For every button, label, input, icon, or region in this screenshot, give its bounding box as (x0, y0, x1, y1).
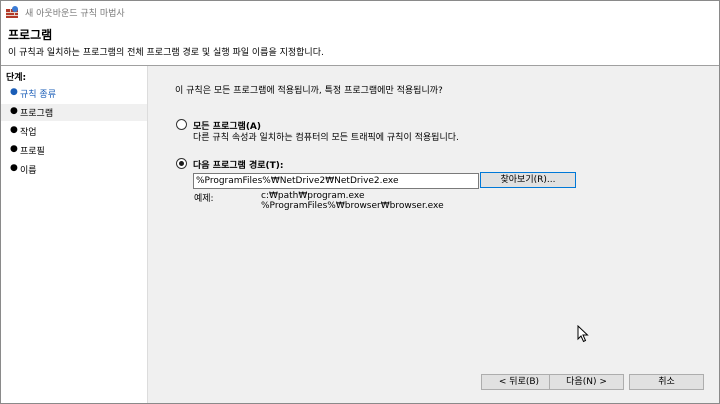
bullet-icon: ● (10, 144, 18, 154)
example-line: %ProgramFiles%₩browser₩browser.exe (261, 201, 444, 211)
wizard-window: 새 아웃바운드 규칙 마법사 프로그램 이 규칙과 일치하는 프로그램의 전체 … (0, 0, 720, 404)
back-button[interactable]: < 뒤로(B) (481, 374, 557, 390)
step-program[interactable]: ● 프로그램 (1, 104, 147, 121)
cancel-button[interactable]: 취소 (629, 374, 704, 390)
step-label: 프로필 (20, 147, 45, 157)
program-path-radio[interactable] (176, 158, 187, 169)
main-panel: 이 규칙은 모든 프로그램에 적용됩니까, 특정 프로그램에만 적용됩니까? 모… (148, 66, 719, 403)
step-label: 규칙 종류 (20, 90, 56, 100)
example-line: c:₩path₩program.exe (261, 191, 365, 201)
page-header: 프로그램 이 규칙과 일치하는 프로그램의 전체 프로그램 경로 및 실행 파일… (1, 23, 719, 65)
firewall-icon (6, 6, 18, 18)
example-label: 예제: (194, 194, 214, 204)
next-button[interactable]: 다음(N) > (549, 374, 624, 390)
step-name[interactable]: ● 이름 (1, 161, 147, 178)
bullet-icon: ● (10, 163, 18, 173)
program-path-label[interactable]: 다음 프로그램 경로(T): (193, 158, 283, 171)
steps-sidebar: 단계: ● 규칙 종류 ● 프로그램 ● 작업 ● 프로필 ● 이름 (1, 66, 148, 403)
all-programs-radio[interactable] (176, 119, 187, 130)
bullet-icon: ● (10, 87, 18, 97)
browse-button[interactable]: 찾아보기(R)... (480, 172, 576, 188)
step-rule-type[interactable]: ● 규칙 종류 (1, 85, 147, 102)
title-bar: 새 아웃바운드 규칙 마법사 (1, 1, 719, 23)
all-programs-description: 다른 규칙 속성과 일치하는 컴퓨터의 모든 트래픽에 규칙이 적용됩니다. (193, 133, 459, 143)
page-title: 프로그램 (8, 28, 53, 42)
bullet-icon: ● (10, 106, 18, 116)
step-label: 프로그램 (20, 109, 54, 119)
step-label: 작업 (20, 128, 37, 138)
window-title: 새 아웃바운드 규칙 마법사 (25, 9, 125, 19)
step-label: 이름 (20, 166, 37, 176)
bullet-icon: ● (10, 125, 18, 135)
page-description: 이 규칙과 일치하는 프로그램의 전체 프로그램 경로 및 실행 파일 이름을 … (8, 48, 324, 58)
mouse-cursor-icon (577, 325, 589, 343)
step-action[interactable]: ● 작업 (1, 123, 147, 140)
steps-title: 단계: (6, 73, 27, 83)
program-path-input[interactable]: %ProgramFiles%₩NetDrive2₩NetDrive2.exe (193, 173, 479, 189)
question-text: 이 규칙은 모든 프로그램에 적용됩니까, 특정 프로그램에만 적용됩니까? (175, 86, 443, 96)
step-profile[interactable]: ● 프로필 (1, 142, 147, 159)
